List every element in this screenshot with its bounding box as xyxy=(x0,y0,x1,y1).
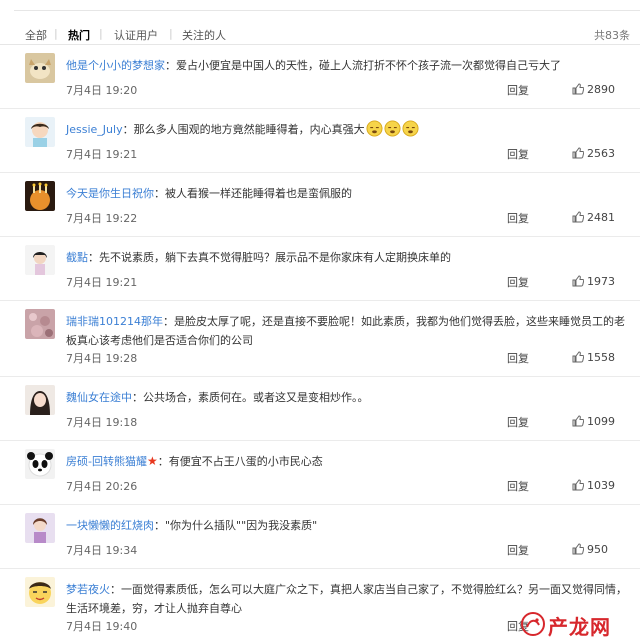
thumbs-up-icon xyxy=(572,275,585,290)
reply-button[interactable]: 回复 xyxy=(507,414,529,430)
username-link[interactable]: 房硕-回转熊猫耀 xyxy=(66,455,147,468)
tab-separator: | xyxy=(99,27,103,40)
comment-time: 7月4日 19:28 xyxy=(66,352,138,365)
username-link[interactable]: 截點 xyxy=(66,251,88,264)
like-button[interactable]: 1558 xyxy=(572,351,615,366)
like-button[interactable]: 2481 xyxy=(572,211,615,226)
reply-button[interactable]: 回复 xyxy=(507,542,529,558)
like-button[interactable]: 2563 xyxy=(572,147,615,162)
comment-time: 7月4日 19:21 xyxy=(66,148,138,161)
reply-button[interactable]: 回复 xyxy=(507,274,529,290)
comment-time: 7月4日 20:26 xyxy=(66,480,138,493)
avatar[interactable] xyxy=(25,245,55,275)
comment-time: 7月4日 19:18 xyxy=(66,416,138,429)
tab-separator: | xyxy=(54,27,58,40)
username-link[interactable]: 今天是你生日祝你 xyxy=(66,187,154,200)
thumbs-up-icon xyxy=(572,543,585,558)
like-button[interactable]: 950 xyxy=(572,543,608,558)
username-link[interactable]: 魏仙女在途中 xyxy=(66,391,132,404)
thumbs-up-icon xyxy=(572,351,585,366)
like-count: 1558 xyxy=(587,351,615,364)
reply-button[interactable]: 回复 xyxy=(507,146,529,162)
avatar[interactable] xyxy=(25,181,55,211)
comment-item: 今天是你生日祝你：被人看猴一样还能睡得着也是蛮佩服的 7月4日 19:22 回复… xyxy=(0,173,640,237)
like-count: 1039 xyxy=(587,479,615,492)
comment-list: 他是个小小的梦想家：爱占小便宜是中国人的天性，碰上人流打折不怀个孩子流一次都觉得… xyxy=(0,45,640,644)
comment-item: 魏仙女在途中：公共场合，素质何在。或者这又是变相炒作。。 7月4日 19:18 … xyxy=(0,377,640,441)
thumbs-up-icon xyxy=(572,147,585,162)
avatar[interactable] xyxy=(25,385,55,415)
like-count: 950 xyxy=(587,543,608,556)
watermark-text: 产龙网 xyxy=(548,615,611,639)
like-count: 2563 xyxy=(587,147,615,160)
comment-text: ：那么多人围观的地方竟然能睡得着，内心真强大 xyxy=(122,123,365,136)
thumbs-up-icon xyxy=(572,211,585,226)
comment-time: 7月4日 19:40 xyxy=(66,620,138,633)
like-count: 1973 xyxy=(587,275,615,288)
comment-item: Jessie_July：那么多人围观的地方竟然能睡得着，内心真强大 7月4日 1… xyxy=(0,109,640,173)
tab-following[interactable]: 关注的人 xyxy=(182,27,226,43)
comment-item: 截點：先不说素质，躺下去真不觉得脏吗？展示品不是你家床有人定期换床单的 7月4日… xyxy=(0,237,640,301)
sleepy-emoji-icon xyxy=(402,120,419,143)
reply-button[interactable]: 回复 xyxy=(507,82,529,98)
comment-time: 7月4日 19:21 xyxy=(66,276,138,289)
username-link[interactable]: 一块懒懒的红烧肉 xyxy=(66,519,154,532)
comment-text: ：先不说素质，躺下去真不觉得脏吗？展示品不是你家床有人定期换床单的 xyxy=(88,251,451,264)
star-badge-icon: ★ xyxy=(146,454,158,468)
comment-text: ："你为什么插队""因为我没素质" xyxy=(154,519,318,532)
avatar[interactable] xyxy=(25,577,55,607)
comment-text: ：有便宜不占王八蛋的小市民心态 xyxy=(157,455,323,468)
comment-time: 7月4日 19:22 xyxy=(66,212,138,225)
tab-all[interactable]: 全部 xyxy=(25,27,47,43)
like-button[interactable]: 2890 xyxy=(572,83,615,98)
tab-separator: | xyxy=(169,27,173,40)
site-watermark: 产龙网 xyxy=(520,609,632,639)
tab-verified-users[interactable]: 认证用户 xyxy=(114,27,158,43)
username-link[interactable]: 他是个小小的梦想家 xyxy=(66,59,165,72)
avatar[interactable] xyxy=(25,449,55,479)
username-link[interactable]: Jessie_July xyxy=(66,123,123,136)
sleepy-emoji-icon xyxy=(384,120,401,143)
thumbs-up-icon xyxy=(572,479,585,494)
username-link[interactable]: 瑞非瑞101214那年 xyxy=(66,315,163,328)
thumbs-up-icon xyxy=(572,415,585,430)
comment-item: 他是个小小的梦想家：爱占小便宜是中国人的天性，碰上人流打折不怀个孩子流一次都觉得… xyxy=(0,45,640,109)
comment-item: 瑞非瑞101214那年：是脸皮太厚了呢，还是直接不要脸呢！如此素质，我都为他们觉… xyxy=(0,301,640,377)
avatar[interactable] xyxy=(25,117,55,147)
avatar[interactable] xyxy=(25,53,55,83)
comment-text: ：公共场合，素质何在。或者这又是变相炒作。。 xyxy=(132,391,369,404)
avatar[interactable] xyxy=(25,513,55,543)
comment-time: 7月4日 19:20 xyxy=(66,84,138,97)
dragon-logo-icon xyxy=(521,612,545,636)
comment-item: 一块懒懒的红烧肉："你为什么插队""因为我没素质" 7月4日 19:34 回复 … xyxy=(0,505,640,569)
avatar[interactable] xyxy=(25,309,55,339)
like-button[interactable]: 1039 xyxy=(572,479,615,494)
like-count: 1099 xyxy=(587,415,615,428)
comment-filter-tabs: 全部 | 热门 | 认证用户 | 关注的人 共83条 xyxy=(0,0,640,45)
reply-button[interactable]: 回复 xyxy=(507,478,529,494)
comment-text: ：爱占小便宜是中国人的天性，碰上人流打折不怀个孩子流一次都觉得自己亏大了 xyxy=(165,59,561,72)
comment-text: ：被人看猴一样还能睡得着也是蛮佩服的 xyxy=(154,187,352,200)
like-count: 2890 xyxy=(587,83,615,96)
thumbs-up-icon xyxy=(572,83,585,98)
sleepy-emoji-icon xyxy=(366,120,383,143)
like-button[interactable]: 1973 xyxy=(572,275,615,290)
like-button[interactable]: 1099 xyxy=(572,415,615,430)
top-divider xyxy=(14,10,640,11)
like-count: 2481 xyxy=(587,211,615,224)
comment-item: 房硕-回转熊猫耀★：有便宜不占王八蛋的小市民心态 7月4日 20:26 回复 1… xyxy=(0,441,640,505)
username-link[interactable]: 梦若夜火 xyxy=(66,583,110,596)
comment-time: 7月4日 19:34 xyxy=(66,544,138,557)
comment-total-count: 共83条 xyxy=(594,29,630,42)
reply-button[interactable]: 回复 xyxy=(507,350,529,366)
reply-button[interactable]: 回复 xyxy=(507,210,529,226)
tab-hot[interactable]: 热门 xyxy=(68,27,90,43)
